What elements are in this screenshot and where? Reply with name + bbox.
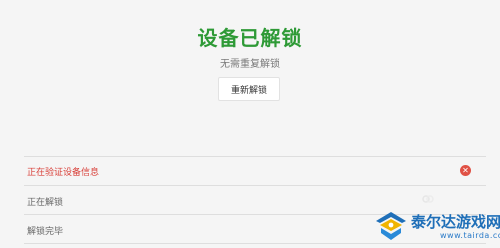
site-watermark: 泰尔达游戏网 www.tairda.com [372,205,500,248]
step-divider [24,185,486,186]
step-divider [24,156,486,157]
page-subtitle: 无需重复解锁 [220,59,280,70]
watermark-url-text: www.tairda.com [440,231,500,240]
relock-button[interactable]: 重新解锁 [218,77,280,101]
watermark-logo-icon [376,212,406,240]
error-x-icon: ✕ [460,165,471,176]
step-unlocking-label: 正在解锁 [27,198,64,208]
step-verify-device-label: 正在验证设备信息 [27,168,100,178]
page-title: 设备已解锁 [197,26,303,50]
step-complete-label: 解锁完毕 [27,227,64,237]
watermark-brand-text: 泰尔达游戏网 [411,213,500,231]
